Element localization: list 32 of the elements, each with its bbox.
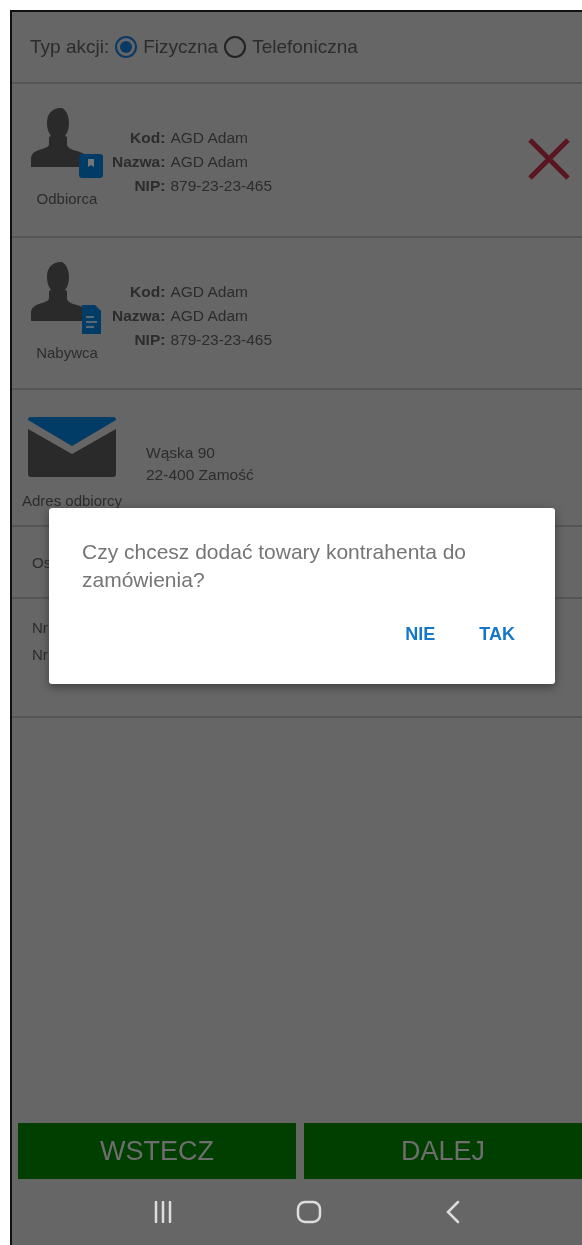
field-value: 879-23-23-465 <box>170 330 273 350</box>
field-value: AGD Adam <box>170 282 249 302</box>
field-label: Kod: <box>129 282 166 302</box>
nav-button[interactable]: WSTECZ <box>18 1123 296 1179</box>
dialog-action-button[interactable]: NIE <box>395 618 446 651</box>
address-line: Wąska 90 <box>146 443 216 463</box>
field-value: AGD Adam <box>170 306 249 326</box>
field-label: NIP: <box>133 330 166 350</box>
field-value: 879-23-23-465 <box>170 176 273 196</box>
remove-button[interactable] <box>526 136 572 182</box>
party-role-label: Odbiorca <box>36 190 98 207</box>
address-line: 22-400 Zamość <box>146 465 254 485</box>
address-label: Adres odbiorcy <box>21 492 123 509</box>
radio-option[interactable]: Telefoniczna <box>224 36 358 58</box>
party-role-label: Nabywca <box>36 344 98 361</box>
action-type-label: Typ akcji: <box>30 36 110 58</box>
dialog-action-button[interactable]: TAK <box>469 618 525 651</box>
back-icon[interactable] <box>444 1200 461 1224</box>
field-value: AGD Adam <box>170 152 249 172</box>
field-label: Kod: <box>129 128 166 148</box>
field-label: NIP: <box>133 176 166 196</box>
envelope-icon <box>26 416 118 478</box>
field-label: Nazwa: <box>112 306 166 326</box>
row-label: Nr <box>32 619 48 636</box>
nav-button[interactable]: DALEJ <box>304 1123 582 1179</box>
field-label: Nazwa: <box>112 152 166 172</box>
dialog-message: Czy chcesz dodać towary kontrahenta do zamówienia? <box>82 539 468 593</box>
home-icon[interactable] <box>296 1200 322 1224</box>
recent-apps-icon[interactable] <box>153 1201 174 1223</box>
row-label: Nr <box>32 646 48 663</box>
radio-option[interactable]: Fizyczna <box>115 36 219 58</box>
field-value: AGD Adam <box>170 128 249 148</box>
